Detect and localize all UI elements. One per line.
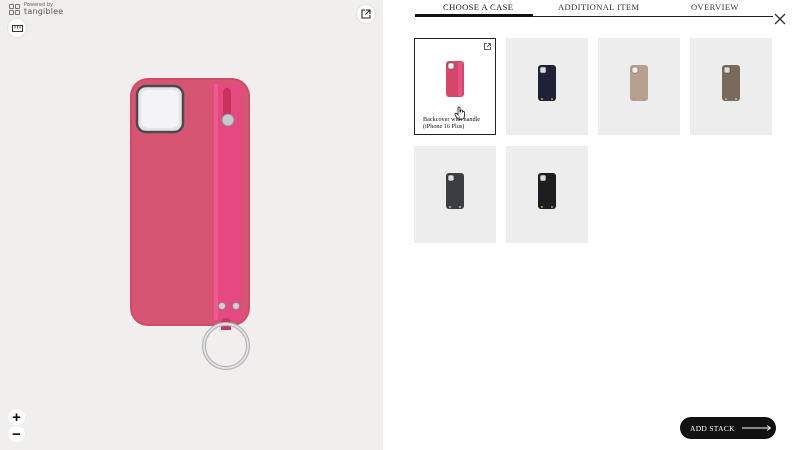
product-thumbnail [722, 65, 740, 101]
phone-case-3d-view[interactable] [128, 78, 268, 378]
tab-choose-case[interactable]: CHOOSE A CASE [443, 2, 513, 12]
product-viewer: Powered by tangiblee + − [0, 0, 383, 450]
product-thumbnail [538, 173, 556, 209]
case-card[interactable] [506, 38, 588, 135]
external-link-icon[interactable] [484, 43, 491, 50]
tab-additional-item[interactable]: ADDITIONAL ITEM [558, 2, 639, 12]
product-thumbnail [446, 173, 464, 209]
product-thumbnail [446, 61, 464, 97]
case-card[interactable] [506, 146, 588, 243]
add-stack-label: ADD STACK [690, 423, 735, 433]
zoom-in-button[interactable]: + [8, 409, 25, 425]
tangiblee-logo-icon [9, 4, 20, 15]
case-card-label-line1: Backcover with handle [423, 116, 481, 123]
close-icon[interactable] [773, 12, 787, 26]
ruler-icon [11, 24, 23, 32]
brand-name: tangiblee [24, 7, 64, 16]
case-card-label-line2: (iPhone 16 Plus) [423, 123, 465, 131]
ruler-button[interactable] [8, 19, 26, 37]
case-card[interactable] [690, 38, 772, 135]
active-tab-indicator [415, 14, 533, 17]
case-card[interactable] [414, 146, 496, 243]
phone-case-image [130, 78, 250, 370]
case-card[interactable] [598, 38, 680, 135]
zoom-out-button[interactable]: − [8, 426, 25, 442]
product-thumbnail [538, 65, 556, 101]
share-icon [361, 9, 371, 19]
configurator-panel: CHOOSE A CASE ADDITIONAL ITEM OVERVIEW B… [383, 0, 800, 450]
tab-overview[interactable]: OVERVIEW [691, 2, 739, 12]
arrow-right-icon [741, 425, 772, 431]
product-thumbnail [630, 65, 648, 101]
case-card-selected[interactable]: Backcover with handle (iPhone 16 Plus) [414, 38, 496, 135]
share-button[interactable] [357, 5, 375, 23]
step-tabs: CHOOSE A CASE ADDITIONAL ITEM OVERVIEW [415, 0, 773, 17]
add-stack-button[interactable]: ADD STACK [680, 417, 776, 439]
case-card-label: Backcover with handle (iPhone 16 Plus) [423, 116, 480, 131]
brand: Powered by tangiblee [9, 3, 63, 16]
